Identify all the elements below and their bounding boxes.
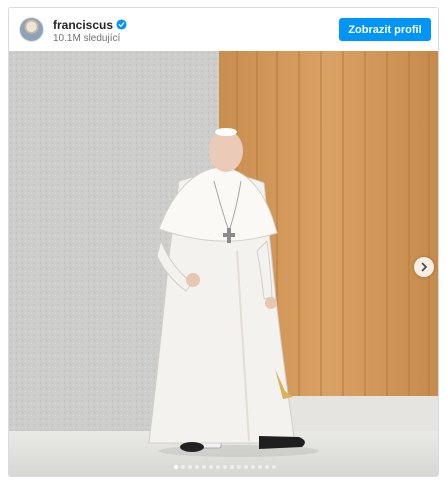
post-photo[interactable] xyxy=(9,51,438,476)
follower-count: 10.1M sledující xyxy=(53,33,121,44)
verified-badge-icon xyxy=(116,19,127,30)
carousel-dot xyxy=(173,465,178,469)
carousel-dot xyxy=(180,465,185,469)
carousel-dot xyxy=(229,465,234,469)
username[interactable]: franciscus xyxy=(53,18,113,32)
carousel-indicator xyxy=(9,465,438,469)
carousel-dot xyxy=(201,465,206,469)
carousel-dot xyxy=(215,465,220,469)
carousel-dot xyxy=(271,465,276,469)
carousel-dot xyxy=(187,465,192,469)
post-header: franciscus 10.1M sledující Zobrazit prof… xyxy=(9,8,438,51)
carousel-next-button[interactable] xyxy=(414,257,434,277)
carousel-dot xyxy=(243,465,248,469)
carousel-dot xyxy=(222,465,227,469)
instagram-post-card: franciscus 10.1M sledující Zobrazit prof… xyxy=(8,7,439,477)
view-profile-button[interactable]: Zobrazit profil xyxy=(339,18,431,41)
carousel-dot xyxy=(236,465,241,469)
carousel-dot xyxy=(194,465,199,469)
carousel-dot xyxy=(250,465,255,469)
carousel-dot xyxy=(264,465,269,469)
carousel-dot xyxy=(257,465,262,469)
username-row: franciscus xyxy=(53,17,127,32)
chevron-right-icon xyxy=(421,262,427,272)
carousel-dot xyxy=(208,465,213,469)
avatar[interactable] xyxy=(19,17,44,42)
photo-illustration xyxy=(9,51,438,476)
